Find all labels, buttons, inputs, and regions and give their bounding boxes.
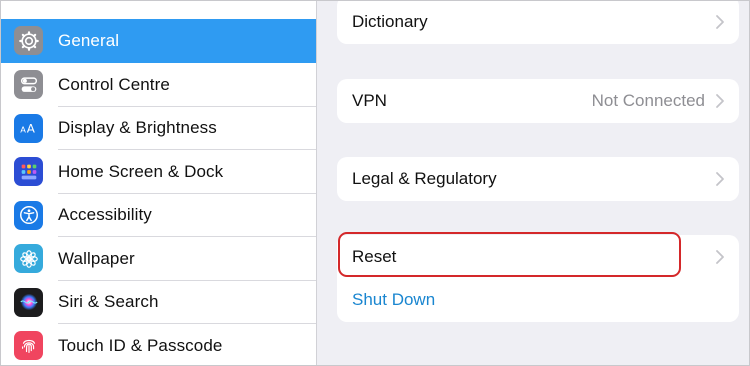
dictionary-row[interactable]: Dictionary — [337, 0, 739, 44]
legal-regulatory-label: Legal & Regulatory — [352, 169, 497, 188]
toggles-icon — [14, 70, 43, 100]
vpn-group: VPN Not Connected — [337, 79, 739, 123]
vpn-label: VPN — [352, 91, 387, 110]
accessibility-icon — [14, 200, 43, 230]
sidebar-item-label: General — [58, 30, 120, 50]
reset-row[interactable]: Reset — [337, 235, 739, 279]
svg-text:A: A — [26, 122, 35, 136]
dictionary-group: Dictionary — [337, 0, 739, 44]
reset-shutdown-group: Reset Shut Down — [337, 235, 739, 322]
sidebar-item-accessibility[interactable]: Accessibility — [0, 194, 316, 237]
sidebar-item-label: Touch ID & Passcode — [58, 335, 223, 355]
shut-down-button[interactable]: Shut Down — [352, 290, 435, 310]
legal-group: Legal & Regulatory — [337, 157, 739, 201]
settings-sidebar: General Control Centre AA Display & Brig… — [0, 0, 317, 366]
app-grid-icon — [14, 157, 43, 187]
legal-regulatory-row[interactable]: Legal & Regulatory — [337, 157, 739, 201]
sidebar-item-label: Control Centre — [58, 74, 170, 94]
shut-down-row[interactable]: Shut Down — [337, 278, 739, 322]
flower-icon — [14, 244, 43, 274]
sidebar-item-touch-id-passcode[interactable]: Touch ID & Passcode — [0, 324, 316, 366]
reset-label: Reset — [352, 247, 397, 266]
sidebar-item-general[interactable]: General — [0, 19, 316, 63]
gear-icon — [14, 26, 43, 56]
sidebar-item-wallpaper[interactable]: Wallpaper — [0, 237, 316, 281]
chevron-right-icon — [715, 249, 725, 265]
chevron-right-icon — [715, 14, 725, 30]
sidebar-item-siri-search[interactable]: Siri & Search — [0, 281, 316, 324]
sidebar-item-display-brightness[interactable]: AA Display & Brightness — [0, 107, 316, 150]
chevron-right-icon — [715, 93, 725, 109]
sidebar-item-label: Siri & Search — [58, 292, 159, 312]
text-size-icon: AA — [14, 113, 43, 143]
fingerprint-icon — [14, 331, 43, 361]
sidebar-item-label: Home Screen & Dock — [58, 161, 224, 181]
svg-text:A: A — [20, 125, 26, 135]
sidebar-item-label: Wallpaper — [58, 248, 135, 268]
vpn-row[interactable]: VPN Not Connected — [337, 79, 739, 123]
dictionary-label: Dictionary — [352, 12, 428, 31]
chevron-right-icon — [715, 171, 725, 187]
sidebar-item-label: Display & Brightness — [58, 118, 217, 138]
sidebar-item-label: Accessibility — [58, 205, 152, 225]
sidebar-item-control-centre[interactable]: Control Centre — [0, 63, 316, 107]
siri-icon — [14, 287, 43, 317]
vpn-status-value: Not Connected — [591, 91, 705, 110]
sidebar-item-home-screen-dock[interactable]: Home Screen & Dock — [0, 150, 316, 194]
